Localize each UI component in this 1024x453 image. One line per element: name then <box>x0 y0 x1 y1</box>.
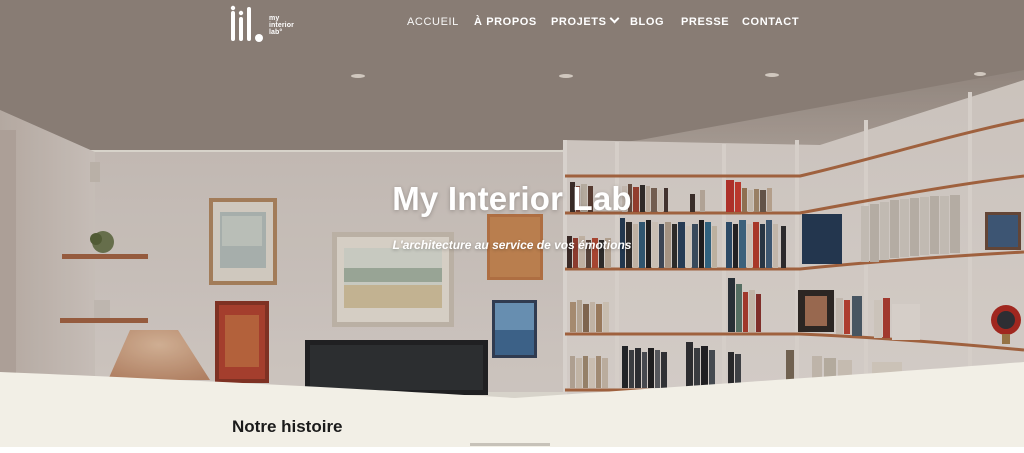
hero-background-image <box>0 0 1024 453</box>
logo-text-line-1: my <box>269 14 280 22</box>
logo-mark-icon <box>230 5 263 42</box>
logo-text-line-3: lab° <box>269 28 283 36</box>
logo-text-line-2: interior <box>269 21 294 29</box>
hero-title: My Interior Lab <box>392 180 632 217</box>
logo-text: my interior lab° <box>269 15 294 36</box>
site-header: my interior lab° ACCUEIL À PROPOS PROJET… <box>0 0 1024 48</box>
page: my interior lab° ACCUEIL À PROPOS PROJET… <box>0 0 1024 453</box>
nav-item-blog[interactable]: BLOG <box>630 16 664 28</box>
nav-item-accueil[interactable]: ACCUEIL <box>407 16 459 28</box>
site-logo[interactable]: my interior lab° <box>229 4 301 46</box>
nav-item-presse[interactable]: PRESSE <box>681 16 729 28</box>
hero-subtitle: L'architecture au service de vos émotion… <box>392 238 632 252</box>
section-title: Notre histoire <box>232 417 343 436</box>
nav-item-projets[interactable]: PROJETS <box>551 13 620 28</box>
nav-item-a-propos[interactable]: À PROPOS <box>474 16 537 28</box>
page-bottom-edge <box>0 447 1024 453</box>
chevron-down-icon <box>609 13 620 24</box>
nav-item-projets-label: PROJETS <box>551 16 607 28</box>
nav-item-contact[interactable]: CONTACT <box>742 16 799 28</box>
